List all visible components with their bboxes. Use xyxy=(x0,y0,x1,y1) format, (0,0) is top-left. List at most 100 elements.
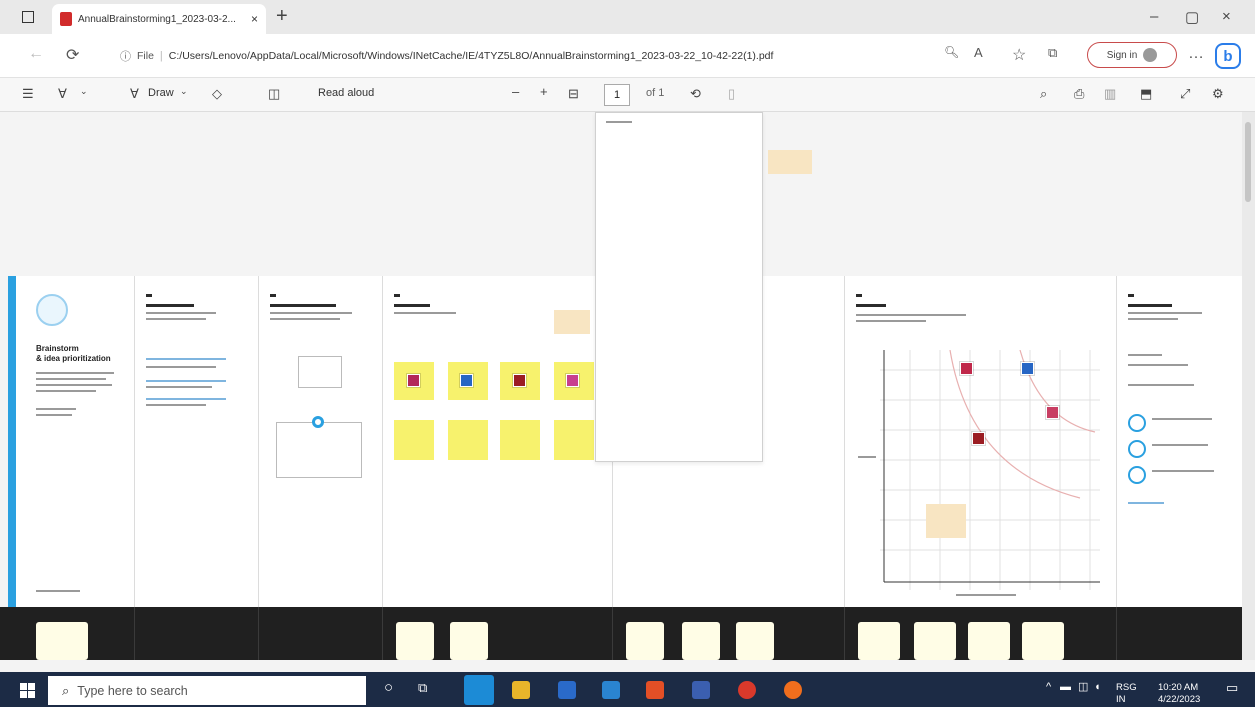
bing-icon[interactable]: b xyxy=(1215,43,1241,69)
network-icon[interactable]: ◫ xyxy=(1078,682,1088,693)
new-tab-button[interactable]: + xyxy=(276,6,288,26)
text-line xyxy=(1152,418,1212,420)
thumbnail[interactable] xyxy=(626,622,664,660)
thumbnail[interactable] xyxy=(968,622,1010,660)
lang-label[interactable]: IN xyxy=(1116,694,1126,705)
text-line xyxy=(146,386,212,388)
contents-icon[interactable]: ☰ xyxy=(22,86,34,102)
clock-date[interactable]: 4/22/2023 xyxy=(1158,694,1200,705)
battery-icon[interactable]: ▬ xyxy=(1060,682,1071,693)
firefox-icon[interactable] xyxy=(784,681,802,699)
minimize-button[interactable]: – xyxy=(1150,8,1158,25)
save-icon[interactable]: ▥ xyxy=(1104,86,1116,102)
draw-icon[interactable]: ∀ xyxy=(130,86,139,102)
volume-icon[interactable]: ◖ xyxy=(1094,682,1101,693)
app-icon[interactable] xyxy=(692,681,710,699)
zoom-in-button[interactable]: + xyxy=(540,84,548,99)
two-page-icon[interactable]: ▯ xyxy=(728,86,735,102)
chrome-icon[interactable] xyxy=(738,681,756,699)
sticky-note-group[interactable] xyxy=(500,420,540,460)
thumbnail[interactable] xyxy=(36,622,88,660)
sticky-note-group[interactable] xyxy=(554,420,594,460)
refresh-icon[interactable]: ⟳ xyxy=(66,45,79,65)
timer-icon xyxy=(312,416,324,428)
heading-line xyxy=(856,304,886,307)
close-window-button[interactable]: × xyxy=(1222,8,1231,25)
tray-chevron-icon[interactable]: ^ xyxy=(1046,682,1051,693)
text-line xyxy=(36,390,96,392)
profile-avatar-icon xyxy=(1143,48,1158,62)
thumbnail[interactable] xyxy=(396,622,434,660)
highlight-icon[interactable]: ∀ xyxy=(58,86,67,102)
tab-title: AnnualBrainstorming1_2023-03-2... xyxy=(78,13,236,25)
app-icon[interactable] xyxy=(646,681,664,699)
zoom-icon[interactable]: 🔍︎ xyxy=(944,45,959,59)
address-bar[interactable]: ⓘ File | C:/Users/Lenovo/AppData/Local/M… xyxy=(110,41,950,71)
browser-tab-active[interactable]: AnnualBrainstorming1_2023-03-2... × xyxy=(52,4,266,34)
thumbnail[interactable] xyxy=(858,622,900,660)
clock-time[interactable]: 10:20 AM xyxy=(1158,682,1198,693)
prioritization-grid xyxy=(880,350,1100,590)
url-scheme-label: File xyxy=(137,50,154,62)
store-icon[interactable] xyxy=(558,681,576,699)
taskbar-search-box[interactable]: ⌕ Type here to search xyxy=(48,676,366,705)
template-card xyxy=(276,422,362,478)
file-explorer-icon[interactable] xyxy=(512,681,530,699)
draw-label[interactable]: Draw xyxy=(148,87,174,99)
back-arrow-icon[interactable]: ← xyxy=(28,45,44,63)
search-pdf-icon[interactable]: ⌕ xyxy=(1040,86,1047,102)
fit-page-icon[interactable]: ⊟ xyxy=(568,86,579,102)
edge-taskbar-icon[interactable] xyxy=(464,675,494,705)
url-text[interactable]: C:/Users/Lenovo/AppData/Local/Microsoft/… xyxy=(169,50,949,62)
cortana-icon[interactable]: ○ xyxy=(384,679,393,696)
read-aloud-button[interactable]: Read aloud xyxy=(318,87,374,99)
read-view-icon[interactable]: A xyxy=(974,45,983,60)
favorites-star-icon[interactable]: ☆ xyxy=(1012,45,1026,65)
priority-dot xyxy=(960,362,973,375)
board-panel-step1 xyxy=(134,276,258,607)
erase-icon[interactable]: ◇ xyxy=(212,86,222,102)
text-line xyxy=(1128,354,1162,356)
divider xyxy=(844,607,845,660)
thumbnail[interactable] xyxy=(914,622,956,660)
heading-line xyxy=(1128,304,1172,307)
thumbnail[interactable] xyxy=(736,622,774,660)
draw-chevron-icon[interactable]: ⌄ xyxy=(180,86,188,97)
highlight-chevron-icon[interactable]: ⌄ xyxy=(80,86,88,97)
divider xyxy=(382,607,383,660)
sticky-note-group[interactable] xyxy=(394,420,434,460)
view-mode-icon[interactable]: ◫ xyxy=(268,86,280,102)
zoom-out-button[interactable]: – xyxy=(512,84,519,99)
address-row: ← ⟳ ⓘ File | C:/Users/Lenovo/AppData/Loc… xyxy=(0,34,1255,78)
save-as-icon[interactable]: ⬒ xyxy=(1140,86,1152,102)
notifications-icon[interactable]: ▭ xyxy=(1226,681,1238,694)
text-line xyxy=(606,121,632,123)
more-menu-icon[interactable]: … xyxy=(1188,45,1204,63)
rotate-icon[interactable]: ⟲ xyxy=(690,86,701,102)
tab-close-icon[interactable]: × xyxy=(251,12,258,26)
sign-in-button[interactable]: Sign in xyxy=(1087,42,1177,68)
info-icon[interactable]: ⓘ xyxy=(120,48,131,64)
weather-label[interactable]: RSG xyxy=(1116,682,1137,693)
settings-gear-icon[interactable]: ⚙ xyxy=(1212,86,1224,102)
page-total-label: of 1 xyxy=(646,87,665,99)
pdf-page[interactable] xyxy=(595,112,763,462)
task-view-icon[interactable]: ⧉ xyxy=(418,680,427,696)
fullscreen-icon[interactable]: ⤢ xyxy=(1180,86,1190,102)
page-number-input[interactable]: 1 xyxy=(604,84,630,106)
sticky-note-group[interactable] xyxy=(448,420,488,460)
thumbnail[interactable] xyxy=(450,622,488,660)
window-menu-icon[interactable] xyxy=(22,11,34,23)
collections-icon[interactable]: ⧉ xyxy=(1048,45,1057,61)
vertical-scrollbar[interactable] xyxy=(1242,112,1255,660)
board-title: Brainstorm & idea prioritization xyxy=(36,344,111,364)
print-icon[interactable]: ⎙ xyxy=(1074,86,1084,102)
thumbnail[interactable] xyxy=(1022,622,1064,660)
maximize-button[interactable]: ▢ xyxy=(1185,8,1199,26)
thumbnail[interactable] xyxy=(682,622,720,660)
mail-icon[interactable] xyxy=(602,681,620,699)
windows-start-icon[interactable] xyxy=(20,683,35,698)
step-marker xyxy=(1128,294,1134,297)
text-line xyxy=(146,380,226,382)
scrollbar-thumb[interactable] xyxy=(1245,122,1251,202)
